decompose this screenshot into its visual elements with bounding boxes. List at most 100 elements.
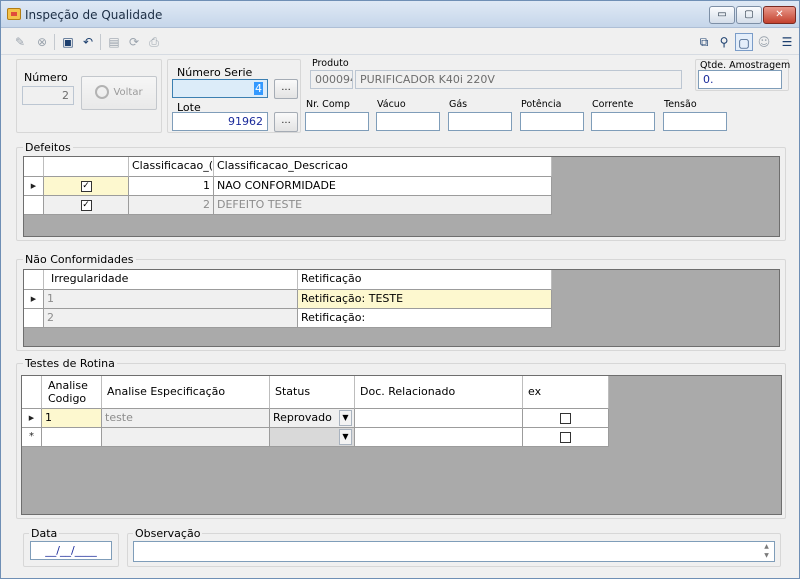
numero-group: Número 2 Voltar <box>16 59 162 133</box>
table-cell[interactable]: 2 <box>129 196 214 215</box>
table-row-checkbox[interactable] <box>523 428 609 447</box>
column-header[interactable]: Analise Especificação <box>102 376 270 409</box>
potencia-label: Potência <box>521 99 562 110</box>
save-icon[interactable]: ▣ <box>59 33 77 51</box>
table-cell[interactable]: 1 <box>129 177 214 196</box>
qtde-field[interactable]: 0. <box>698 70 782 89</box>
app-icon <box>7 8 21 20</box>
data-field[interactable]: __/__/____ <box>30 541 112 560</box>
table-cell[interactable]: Retificação: <box>298 309 552 328</box>
observacao-scrollbar[interactable]: ▲ ▼ <box>759 542 774 561</box>
produto-name-field[interactable]: PURIFICADOR K40i 220V <box>355 70 682 89</box>
tensao-label: Tensão <box>664 99 697 110</box>
numero-field[interactable]: 2 <box>22 86 74 105</box>
chevron-down-icon[interactable]: ▼ <box>339 410 352 426</box>
column-header[interactable]: ex <box>523 376 609 409</box>
table-cell[interactable]: 1 <box>44 290 298 309</box>
menu-icon[interactable]: ☰ <box>778 33 796 51</box>
row-header[interactable] <box>24 196 44 215</box>
lote-lookup-button[interactable]: ... <box>274 112 298 132</box>
tensao-field[interactable] <box>663 112 727 131</box>
row-header-current[interactable]: ▶ <box>24 290 44 309</box>
refresh-icon[interactable]: ⟳ <box>125 33 143 51</box>
column-header[interactable]: Classificacao_Descricao <box>214 157 552 177</box>
window-icon[interactable]: ▢ <box>735 33 753 51</box>
checkbox[interactable]: ✓ <box>80 199 92 211</box>
produto-label: Produto <box>312 58 349 69</box>
window-title: Inspeção de Qualidade <box>25 8 163 22</box>
table-cell[interactable] <box>102 428 270 447</box>
serie-lote-group: Número Serie 4 ... Lote 91962 ... <box>167 59 301 133</box>
voltar-label: Voltar <box>113 87 143 98</box>
chevron-down-icon[interactable]: ▼ <box>339 429 352 445</box>
new-row-header[interactable]: * <box>22 428 42 447</box>
link-icon[interactable]: ⚲ <box>715 33 733 51</box>
numero-serie-value: 4 <box>254 82 263 95</box>
checkbox[interactable] <box>560 412 571 424</box>
table-cell[interactable] <box>42 428 102 447</box>
testes-grid: Analise Codigo Analise Especificação Sta… <box>21 375 782 515</box>
undo-icon[interactable]: ↶ <box>79 33 97 51</box>
checkbox[interactable]: ✓ <box>80 180 92 192</box>
row-header-current[interactable]: ▶ <box>22 409 42 428</box>
potencia-field[interactable] <box>520 112 584 131</box>
lote-field[interactable]: 91962 <box>172 112 268 131</box>
status-select[interactable]: Reprovado ▼ <box>270 409 355 428</box>
observacao-field[interactable] <box>133 541 775 562</box>
column-header[interactable] <box>44 157 129 177</box>
numero-serie-lookup-button[interactable]: ... <box>274 79 298 99</box>
search-icon <box>95 85 110 99</box>
table-cell[interactable] <box>355 409 523 428</box>
checkbox[interactable] <box>560 431 571 443</box>
table-cell[interactable] <box>355 428 523 447</box>
status-select[interactable]: ▼ <box>270 428 355 447</box>
table-row-checkbox[interactable]: ✓ <box>44 196 129 215</box>
row-header[interactable] <box>24 309 44 328</box>
close-button[interactable]: ✕ <box>763 6 796 24</box>
table-cell[interactable]: 2 <box>44 309 298 328</box>
table-row-checkbox[interactable] <box>523 409 609 428</box>
edit-icon[interactable]: ✎ <box>11 33 29 51</box>
main-window: Inspeção de Qualidade ▭ ▢ ✕ ✎ ⊗ ▣ ↶ ▤ ⟳ … <box>0 0 800 579</box>
defeitos-grid: Classificacao_( Classificacao_Descricao … <box>23 156 780 237</box>
nr-comp-field[interactable] <box>305 112 369 131</box>
cancel-icon[interactable]: ⊗ <box>33 33 51 51</box>
gas-label: Gás <box>449 99 468 110</box>
numero-serie-field[interactable]: 4 <box>172 79 268 98</box>
report-icon[interactable]: ▤ <box>105 33 123 51</box>
column-header[interactable]: Classificacao_( <box>129 157 214 177</box>
nao-conformidades-grid: Irregularidade Retificação ▶ 1 Retificaç… <box>23 269 780 347</box>
table-cell[interactable]: DEFEITO TESTE <box>214 196 552 215</box>
cards-icon[interactable]: ⧉ <box>695 33 713 51</box>
testes-title: Testes de Rotina <box>23 357 117 370</box>
produto-code-field[interactable]: 000094 <box>310 70 353 89</box>
voltar-button[interactable]: Voltar <box>81 76 157 110</box>
column-header[interactable]: Retificação <box>298 270 552 290</box>
corrente-field[interactable] <box>591 112 655 131</box>
numero-label: Número <box>24 71 68 84</box>
user-icon[interactable]: ☺ <box>755 33 773 51</box>
column-header[interactable]: Doc. Relacionado <box>355 376 523 409</box>
table-row-checkbox[interactable]: ✓ <box>44 177 129 196</box>
corner-header <box>24 270 44 290</box>
toolbar-separator <box>54 34 55 50</box>
column-header[interactable]: Status <box>270 376 355 409</box>
corner-header <box>22 376 42 409</box>
toolbar-separator <box>100 34 101 50</box>
table-cell[interactable]: Retificação: TESTE <box>298 290 552 309</box>
vacuo-field[interactable] <box>376 112 440 131</box>
nao-conformidades-title: Não Conformidades <box>23 253 136 266</box>
column-header[interactable]: Analise Codigo <box>42 376 102 409</box>
minimize-button[interactable]: ▭ <box>709 6 735 24</box>
table-cell[interactable]: NAO CONFORMIDADE <box>214 177 552 196</box>
column-header[interactable]: Irregularidade <box>44 270 298 290</box>
vacuo-label: Vácuo <box>377 99 406 110</box>
toolbar: ✎ ⊗ ▣ ↶ ▤ ⟳ ⎙ ⧉ ⚲ ▢ ☺ ☰ <box>1 29 799 55</box>
gas-field[interactable] <box>448 112 512 131</box>
maximize-button[interactable]: ▢ <box>736 6 762 24</box>
table-cell[interactable]: teste <box>102 409 270 428</box>
print-icon[interactable]: ⎙ <box>145 33 163 51</box>
row-header-current[interactable]: ▶ <box>24 177 44 196</box>
table-cell[interactable]: 1 <box>42 409 102 428</box>
numero-serie-label: Número Serie <box>177 66 253 79</box>
